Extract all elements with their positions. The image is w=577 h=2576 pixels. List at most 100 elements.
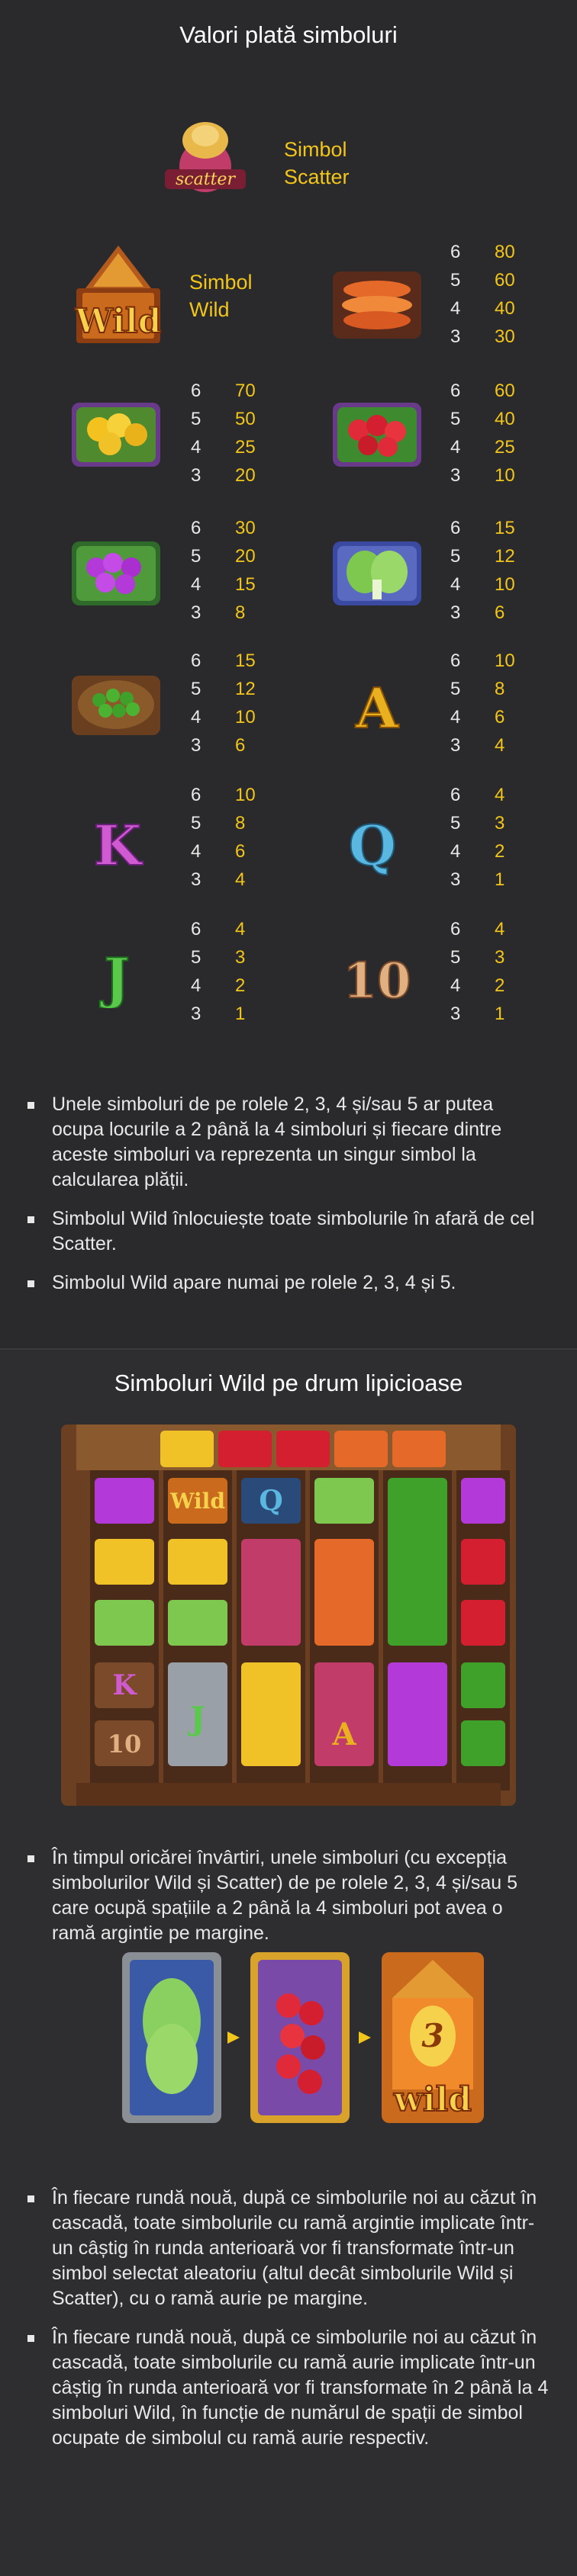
paytable-row: 3 10 [450, 461, 515, 490]
paytable-rambutan: 6 60 5 40 4 25 3 10 [450, 377, 515, 490]
paytable-fish: 6 80 5 60 4 40 3 30 [450, 238, 515, 351]
payout-value: 15 [235, 574, 256, 595]
letter-a-symbol-icon: A [354, 675, 400, 738]
paytable-row: 58 [450, 675, 515, 703]
svg-text:Q: Q [349, 813, 397, 875]
paytable-row: 4 10 [450, 570, 515, 599]
rules-list-3: În fiecare rundă nouă, după ce simboluri… [23, 2186, 550, 2465]
rambutan-symbol-icon [333, 403, 421, 467]
symbol-count: 3 [191, 1004, 201, 1024]
payout-value: 10 [495, 465, 515, 486]
paytable-row: 46 [191, 837, 256, 866]
paytable-row: 53 [450, 943, 504, 972]
symbol-count: 4 [191, 574, 201, 595]
symbol-count: 5 [191, 947, 201, 968]
paytable-row: 5 12 [191, 675, 256, 703]
wild-text: wild [393, 2080, 472, 2119]
svg-text:A: A [331, 1717, 356, 1752]
paytable-row: 36 [191, 731, 256, 760]
paytable-row: 5 50 [191, 405, 256, 433]
paytable-ten: 64534231 [450, 915, 504, 1028]
payout-value: 1 [495, 869, 505, 890]
symbol-count: 5 [450, 270, 461, 291]
payout-value: 8 [235, 813, 246, 834]
payout-value: 10 [235, 707, 256, 728]
paytable-row: 6 70 [191, 377, 256, 405]
payout-value: 25 [495, 437, 515, 458]
paytable-row: 6 80 [450, 238, 515, 266]
paytable-row: 3 30 [450, 323, 515, 351]
paytable-row: 5 20 [191, 542, 256, 570]
svg-text:Wild: Wild [169, 1489, 225, 1514]
paytable-row: 4 25 [191, 433, 256, 461]
paytable-row: 3 20 [191, 461, 256, 490]
payout-value: 20 [235, 546, 256, 567]
payout-value: 12 [235, 679, 256, 699]
paytable-row: 36 [450, 599, 515, 627]
sticky-wild-title: Simboluri Wild pe drum lipicioase [114, 1370, 463, 1396]
payout-value: 15 [235, 650, 256, 671]
rule-item: Simbolul Wild înlocuiește toate simbolur… [23, 1206, 550, 1257]
symbol-count: 5 [191, 679, 201, 699]
symbol-count: 3 [450, 602, 461, 623]
payout-value: 60 [495, 381, 515, 401]
paytable-row: 58 [191, 809, 256, 837]
payout-value: 40 [495, 409, 515, 429]
wild-label: Simbol Wild [189, 271, 253, 321]
svg-text:A: A [355, 676, 399, 738]
paytable-row: 46 [450, 703, 515, 731]
symbol-count: 5 [191, 813, 201, 834]
wild-icon: Wild [74, 246, 162, 343]
scatter-label: Simbol Scatter [284, 138, 350, 188]
paytable-row: 31 [191, 1000, 245, 1028]
letter-j-symbol-icon: J [98, 945, 131, 1008]
payout-value: 3 [495, 813, 505, 834]
symbol-count: 6 [450, 785, 461, 805]
arrow-right-icon [227, 2032, 240, 2044]
svg-text:Q: Q [259, 1485, 282, 1517]
fish-symbol-icon [333, 271, 421, 339]
payout-value: 4 [495, 785, 505, 805]
paytable-orchid: 6 30 5 20 4 15 3 8 [191, 514, 256, 627]
paytable-row: 6 10 [191, 781, 256, 809]
scatter-symbol-text: scatter [176, 170, 236, 189]
payout-value: 3 [495, 947, 505, 968]
symbol-count: 4 [191, 707, 201, 728]
arrow-right-icon [359, 2032, 371, 2044]
rule-item: În timpul oricărei învârtiri, unele simb… [23, 1845, 550, 1946]
symbol-count: 4 [450, 437, 461, 458]
paytable-row: 64 [450, 781, 504, 809]
rule-item: Simbolul Wild apare numai pe rolele 2, 3… [23, 1270, 550, 1296]
symbol-count: 5 [191, 546, 201, 567]
paytable-row: 64 [450, 915, 504, 943]
symbol-count: 6 [450, 381, 461, 401]
wild-count-text: 3 [421, 2017, 443, 2054]
payout-value: 6 [495, 707, 505, 728]
symbol-count: 6 [450, 518, 461, 538]
payout-value: 40 [495, 298, 515, 319]
paytable-a: 6 10 5 8 4 6 3 4 [450, 647, 515, 760]
ten-symbol-icon: 10 [342, 952, 411, 1008]
paytable-row: 6 10 [450, 647, 515, 675]
symbol-count: 3 [191, 602, 201, 623]
paytable-row: 31 [450, 1000, 504, 1028]
rules-list-1: Unele simboluri de pe rolele 2, 3, 4 și/… [23, 1092, 550, 1309]
paytable-row: 42 [450, 837, 504, 866]
paytable-row: 64 [191, 915, 245, 943]
rules-list-2: În timpul oricărei învârtiri, unele simb… [23, 1845, 550, 1960]
paytable-row: 4 25 [450, 433, 515, 461]
payout-value: 10 [235, 785, 256, 805]
paytable-title: Valori plată simboluri [179, 21, 398, 48]
payout-value: 8 [495, 679, 505, 699]
payout-value: 30 [495, 326, 515, 347]
symbol-count: 3 [450, 869, 461, 890]
paytable-k: 6 10 5 8 4 6 3 4 [191, 781, 256, 894]
payout-value: 30 [235, 518, 256, 538]
payout-value: 4 [495, 735, 505, 756]
symbol-count: 6 [450, 650, 461, 671]
symbol-count: 4 [191, 975, 201, 996]
payout-value: 6 [235, 735, 246, 756]
symbol-count: 3 [450, 326, 461, 347]
symbol-count: 3 [450, 1004, 461, 1024]
paytable-row: 38 [191, 599, 256, 627]
